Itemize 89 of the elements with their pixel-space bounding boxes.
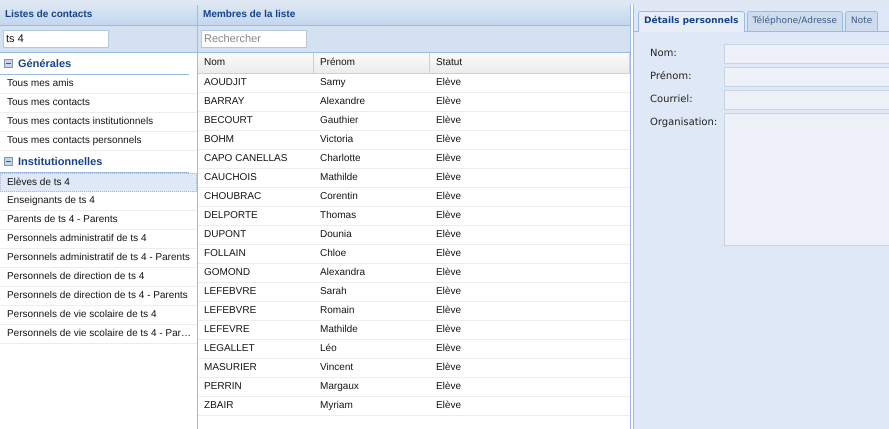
table-cell-text: DUPONT (203, 228, 248, 242)
table-cell-text: Elève (435, 76, 462, 90)
table-cell-text: ZBAIR (203, 399, 234, 413)
table-cell-text: Elève (435, 380, 462, 394)
list-item[interactable]: Personnels de vie scolaire de ts 4 (0, 306, 197, 325)
table-cell-text: Elève (435, 247, 462, 261)
tab[interactable]: Téléphone/Adresse (746, 11, 843, 31)
table-cell-text: Elève (435, 209, 462, 223)
text-area[interactable] (724, 113, 889, 246)
panel-title: Listes de contacts (0, 5, 197, 26)
list-item[interactable]: Personnels de direction de ts 4 - Parents (0, 287, 197, 306)
collapse-icon[interactable] (4, 157, 13, 166)
panel-title: Membres de la liste (198, 5, 630, 26)
table-cell-text: Charlotte (319, 152, 362, 166)
table-cell-text: Margaux (319, 380, 360, 394)
table-cell-text: Elève (435, 171, 462, 185)
list-item[interactable]: Enseignants de ts 4 (0, 192, 197, 211)
table-cell-text: Léo (319, 342, 338, 356)
table-cell-text: Elève (435, 342, 462, 356)
table-cell-text: BECOURT (203, 114, 254, 128)
tab[interactable]: Note (844, 11, 878, 31)
table-cell-text: Mathilde (319, 171, 359, 185)
column-header[interactable]: Prénom (314, 53, 430, 73)
table-cell-text: Gauthier (319, 114, 360, 128)
table-cell-text: CAUCHOIS (203, 171, 258, 185)
tab[interactable]: Détails personnels (638, 11, 744, 32)
field-label: Prénom: (650, 70, 692, 84)
group-header[interactable]: Générales (18, 58, 72, 70)
table-cell-text: Romain (319, 304, 356, 318)
table-cell-text: Alexandra (319, 266, 366, 280)
table-cell-text: Alexandre (319, 95, 366, 109)
search-field[interactable]: Rechercher (201, 30, 307, 48)
table-cell-text: Elève (435, 361, 462, 375)
table-cell-text: LEFEVRE (203, 323, 251, 337)
list-item[interactable]: Elèves de ts 4 (0, 173, 197, 192)
list-item[interactable]: Tous mes contacts (0, 94, 197, 113)
table-cell-text: Chloe (319, 247, 348, 261)
table-cell-text: Elève (435, 399, 462, 413)
table-cell-text: Elève (435, 304, 462, 318)
list-item[interactable]: Tous mes contacts institutionnels (0, 113, 197, 132)
table-cell-text: Sarah (319, 285, 348, 299)
list-item[interactable]: Personnels administratif de ts 4 (0, 230, 197, 249)
table-cell-text: Thomas (319, 209, 358, 223)
table-cell-text: Elève (435, 133, 462, 147)
list-item[interactable]: Tous mes amis (0, 75, 197, 94)
table-cell-text: Victoria (319, 133, 354, 147)
table-cell-text: BARRAY (203, 95, 246, 109)
table-cell-text: Elève (435, 285, 462, 299)
collapse-icon[interactable] (4, 59, 13, 68)
input-field[interactable] (724, 44, 889, 64)
list-item[interactable]: Tous mes contacts personnels (0, 132, 197, 151)
field-label: Courriel: (650, 93, 694, 107)
table-cell-text: LEFEBVRE (203, 285, 258, 299)
table-cell-text: Myriam (319, 399, 354, 413)
table-cell-text: Mathilde (319, 323, 359, 337)
filter-field[interactable]: ts 4 (3, 30, 109, 48)
table-cell-text: Elève (435, 114, 462, 128)
table-cell-text: Elève (435, 228, 462, 242)
table-cell-text: Elève (435, 190, 462, 204)
table-cell-text: DELPORTE (203, 209, 259, 223)
table-cell-text: Elève (435, 323, 462, 337)
field-label: Organisation: (650, 116, 718, 130)
table-cell-text: Elève (435, 266, 462, 280)
column-header[interactable]: Nom (198, 53, 314, 73)
table-cell-text: BOHM (203, 133, 235, 147)
list-item[interactable]: Personnels de direction de ts 4 (0, 268, 197, 287)
table-cell-text: Corentin (319, 190, 359, 204)
table-cell-text: LEGALLET (203, 342, 256, 356)
table-cell-text: LEFEBVRE (203, 304, 258, 318)
table-cell-text: CHOUBRAC (203, 190, 262, 204)
group-header[interactable]: Institutionnelles (18, 156, 102, 168)
list-item[interactable]: Personnels administratif de ts 4 - Parents (0, 249, 197, 268)
table-cell-text: AOUDJIT (203, 76, 248, 90)
input-field[interactable] (724, 67, 889, 87)
table-cell-text: GOMOND (203, 266, 252, 280)
table-cell-text: Dounia (319, 228, 353, 242)
table-cell-text: FOLLAIN (203, 247, 247, 261)
list-item[interactable]: Parents de ts 4 - Parents (0, 211, 197, 230)
table-cell-text: Elève (435, 95, 462, 109)
table-cell-text: Vincent (319, 361, 354, 375)
field-label: Nom: (650, 47, 678, 61)
table-cell-text: Elève (435, 152, 462, 166)
table-cell-text: MASURIER (203, 361, 258, 375)
input-field[interactable] (724, 90, 889, 110)
table-cell-text: Samy (319, 76, 347, 90)
table-cell-text: PERRIN (203, 380, 243, 394)
list-item[interactable]: Personnels de vie scolaire de ts 4 - Par… (0, 325, 197, 344)
table-cell-text: CAPO CANELLAS (203, 152, 288, 166)
column-header[interactable]: Statut (430, 53, 630, 73)
